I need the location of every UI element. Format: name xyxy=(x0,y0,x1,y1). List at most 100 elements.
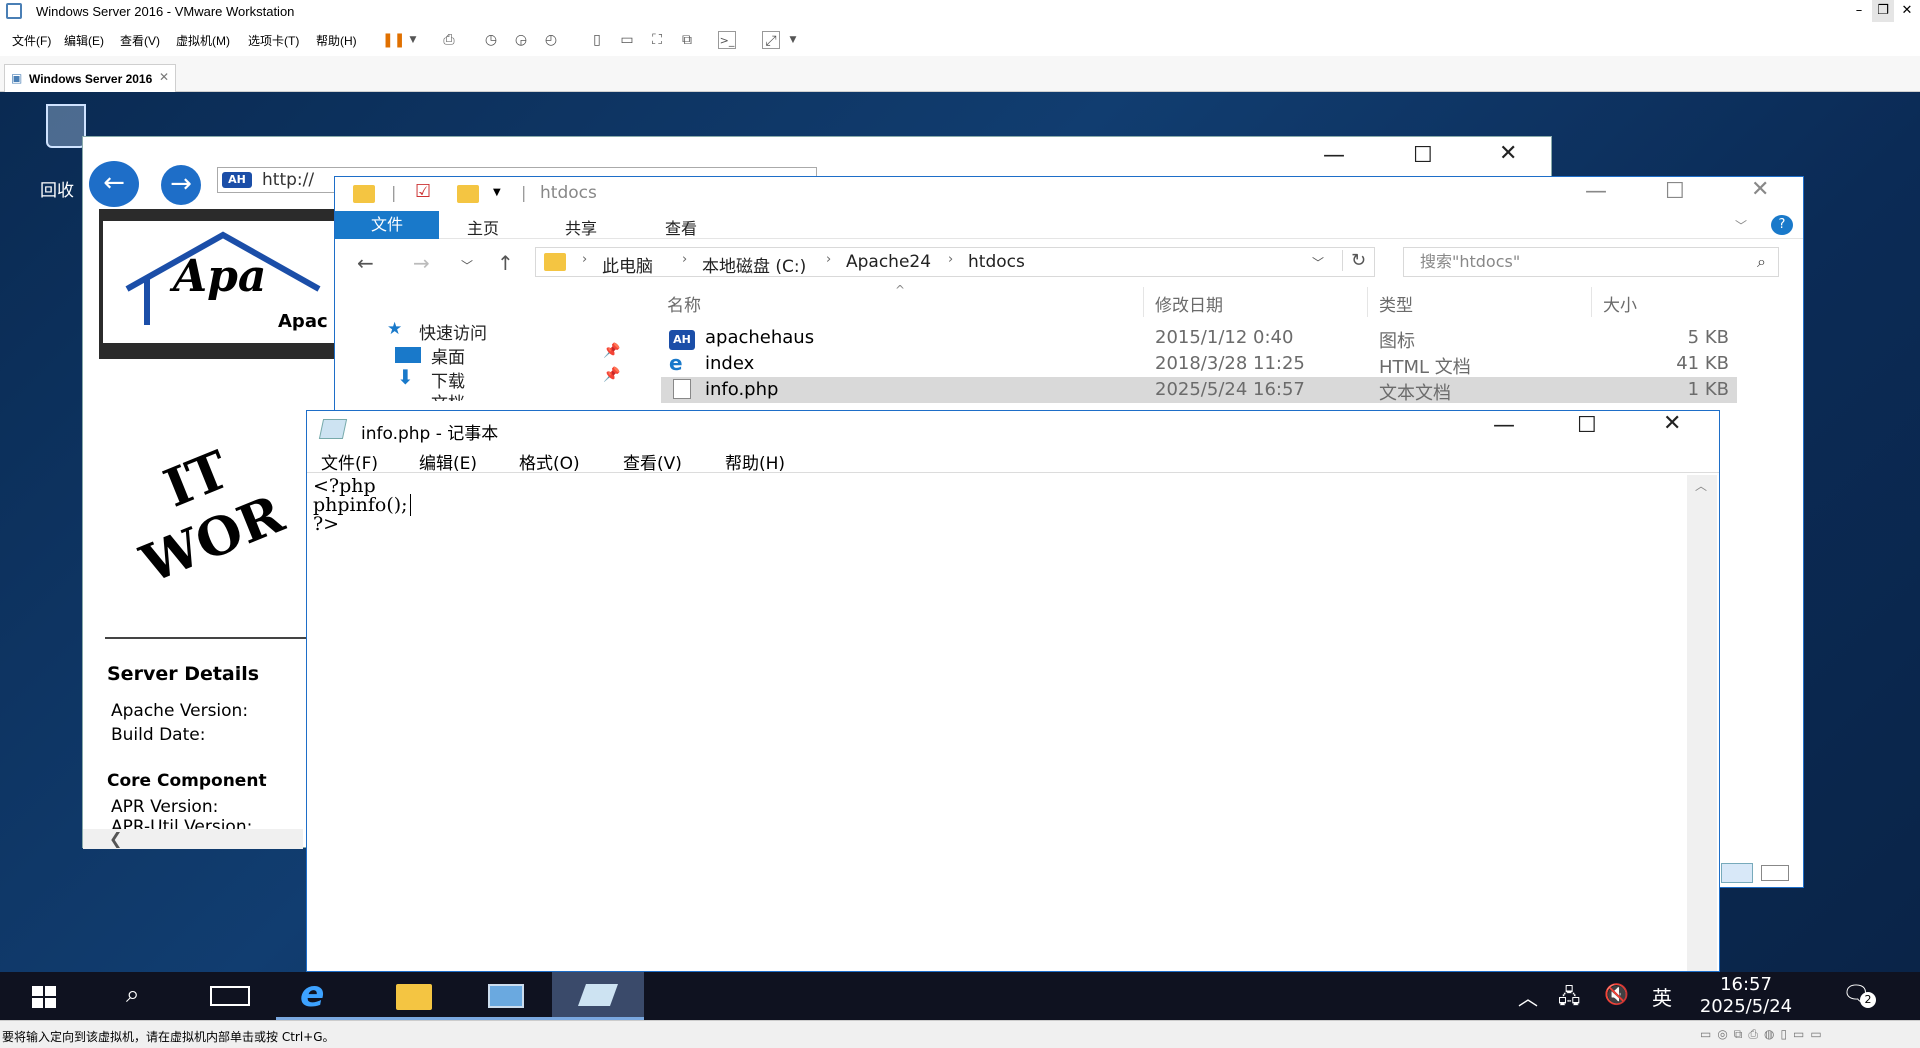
forward-button[interactable]: → xyxy=(161,165,201,205)
menu-view[interactable]: 查看(V) xyxy=(120,32,160,49)
new-folder-icon[interactable] xyxy=(457,185,479,203)
unity-icon[interactable]: ⧉ xyxy=(678,31,696,49)
menu-view[interactable]: 查看(V) xyxy=(623,449,682,474)
close-icon[interactable]: ✕ xyxy=(1499,141,1517,166)
recent-locations-icon[interactable]: ﹀ xyxy=(461,257,473,274)
nav-documents[interactable]: 文档 xyxy=(431,389,465,401)
chevron-down-icon[interactable]: ▼ xyxy=(784,31,802,49)
clock-time: 16:57 xyxy=(1720,974,1772,995)
minimize-icon[interactable]: — xyxy=(1585,179,1607,204)
snapshot-icon[interactable]: ◷ xyxy=(482,31,500,49)
pause-icon[interactable]: ❚❚ xyxy=(382,31,405,49)
action-center-button[interactable]: 🗨 2 xyxy=(1842,982,1876,1008)
start-button[interactable] xyxy=(0,972,92,1020)
pin-icon[interactable]: 📌 xyxy=(603,343,620,359)
file-row-selected[interactable]: info.php 2025/5/24 16:57 文本文档 1 KB xyxy=(661,377,1737,404)
address-bar[interactable]: › 此电脑 › 本地磁盘 (C:) › Apache24 › htdocs ﹀ … xyxy=(535,247,1375,277)
column-divider[interactable] xyxy=(1591,287,1592,317)
maximize-icon[interactable]: ☐ xyxy=(1665,179,1685,204)
minimize-icon[interactable]: — xyxy=(1323,143,1345,168)
close-icon[interactable]: ✕ xyxy=(159,70,169,84)
menu-tabs[interactable]: 选项卡(T) xyxy=(248,32,299,49)
column-divider[interactable] xyxy=(1367,287,1368,317)
file-row[interactable]: e index 2018/3/28 11:25 HTML 文档 41 KB xyxy=(661,351,1737,378)
back-arrow-icon[interactable]: ← xyxy=(357,251,374,275)
help-icon[interactable]: ? xyxy=(1771,215,1793,235)
sidebar-icon[interactable]: ▯ xyxy=(588,31,606,49)
restore-icon[interactable]: ❐ xyxy=(1872,0,1894,22)
menu-format[interactable]: 格式(O) xyxy=(519,449,580,474)
breadcrumb-this-pc[interactable]: 此电脑 xyxy=(602,252,653,277)
ime-indicator[interactable]: 英 xyxy=(1652,982,1672,1011)
file-date: 2018/3/28 11:25 xyxy=(1155,353,1305,374)
chevron-down-icon[interactable]: ▼ xyxy=(404,31,422,49)
ribbon-tab-home[interactable]: 主页 xyxy=(467,215,499,239)
text-editor[interactable]: <?php phpinfo(); ?> xyxy=(311,475,1681,971)
properties-icon[interactable]: ☑ xyxy=(415,181,431,202)
customize-toolbar-icon[interactable]: ▼ xyxy=(493,187,501,198)
details-view-icon[interactable] xyxy=(1721,863,1753,883)
menu-vm[interactable]: 虚拟机(M) xyxy=(176,32,230,49)
search-input[interactable]: 搜索"htdocs" ⌕ xyxy=(1403,247,1779,277)
task-view-button[interactable] xyxy=(184,972,276,1020)
vm-icon: ▣ xyxy=(11,71,23,85)
taskbar-ie[interactable]: e xyxy=(276,972,368,1020)
tab-windows-server-2016[interactable]: ▣ Windows Server 2016 ✕ xyxy=(4,64,176,92)
column-divider[interactable] xyxy=(1143,287,1144,317)
column-size[interactable]: 大小 xyxy=(1603,291,1637,316)
search-button[interactable]: ⌕ xyxy=(92,972,184,1020)
column-date[interactable]: 修改日期 xyxy=(1155,291,1223,316)
large-icons-view-icon[interactable] xyxy=(1761,865,1789,881)
ribbon-tab-share[interactable]: 共享 xyxy=(565,215,597,239)
menu-help[interactable]: 帮助(H) xyxy=(725,449,785,474)
expand-ribbon-icon[interactable]: ﹀ xyxy=(1735,217,1747,234)
send-keys-icon[interactable]: ⎙ xyxy=(440,31,458,49)
maximize-icon[interactable]: ☐ xyxy=(1413,143,1433,168)
thumbnail-icon[interactable]: ▭ xyxy=(618,31,636,49)
address-dropdown-icon[interactable]: ﹀ xyxy=(1312,254,1324,271)
ribbon-tab-file[interactable]: 文件 xyxy=(335,211,439,239)
close-icon[interactable]: ✕ xyxy=(1663,411,1681,436)
nav-quick-access[interactable]: 快速访问 xyxy=(419,319,487,344)
breadcrumb-local-disk[interactable]: 本地磁盘 (C:) xyxy=(702,252,806,277)
menu-file[interactable]: 文件(F) xyxy=(321,449,378,474)
forward-arrow-icon[interactable]: → xyxy=(413,251,430,275)
chevron-up-icon[interactable]: ︿ xyxy=(1518,982,1538,1011)
nav-desktop[interactable]: 桌面 xyxy=(431,343,465,368)
clock[interactable]: 16:57 2025/5/24 xyxy=(1696,974,1796,1018)
minimize-icon[interactable]: — xyxy=(1493,413,1515,438)
column-name[interactable]: 名称 xyxy=(667,291,701,316)
back-button[interactable]: ← xyxy=(89,161,139,207)
revert-snapshot-icon[interactable]: ◶ xyxy=(512,31,530,49)
close-icon[interactable]: ✕ xyxy=(1751,177,1769,202)
breadcrumb-apache24[interactable]: Apache24 xyxy=(846,252,931,272)
console-icon[interactable]: >_ xyxy=(718,31,736,49)
fullscreen-icon[interactable]: ⛶ xyxy=(648,31,666,49)
pin-icon[interactable]: 📌 xyxy=(603,367,620,383)
up-arrow-icon[interactable]: ↑ xyxy=(497,251,514,275)
menu-help[interactable]: 帮助(H) xyxy=(316,32,357,49)
taskbar-notepad[interactable] xyxy=(552,972,644,1020)
ribbon-tab-view[interactable]: 查看 xyxy=(665,215,697,239)
scroll-left-icon[interactable]: ❮ xyxy=(83,829,303,849)
volume-muted-icon[interactable]: 🔇 xyxy=(1604,982,1629,1006)
refresh-icon[interactable]: ↻ xyxy=(1342,250,1366,271)
menu-edit[interactable]: 编辑(E) xyxy=(419,449,477,474)
snapshot-manager-icon[interactable]: ◴ xyxy=(542,31,560,49)
menu-file[interactable]: 文件(F) xyxy=(12,32,51,49)
file-row[interactable]: AH apachehaus 2015/1/12 0:40 图标 5 KB xyxy=(661,325,1737,352)
menu-edit[interactable]: 编辑(E) xyxy=(64,32,104,49)
vertical-scrollbar[interactable]: ︿ xyxy=(1687,475,1717,971)
close-icon[interactable]: ✕ xyxy=(1896,0,1918,22)
device-status-icons[interactable]: ▭◎⧉⎙◍▯▭▭ xyxy=(1700,1027,1910,1043)
column-type[interactable]: 类型 xyxy=(1379,291,1413,316)
search-icon[interactable]: ⌕ xyxy=(1757,248,1766,276)
stretch-icon[interactable]: ⤢ xyxy=(762,31,780,49)
taskbar-explorer[interactable] xyxy=(368,972,460,1020)
maximize-icon[interactable]: ☐ xyxy=(1577,413,1597,438)
scroll-up-icon[interactable]: ︿ xyxy=(1695,477,1707,494)
minimize-icon[interactable]: – xyxy=(1848,0,1870,22)
taskbar-server-manager[interactable] xyxy=(460,972,552,1020)
breadcrumb-htdocs[interactable]: htdocs xyxy=(968,252,1025,272)
network-icon[interactable]: 🖧 xyxy=(1558,982,1580,1016)
